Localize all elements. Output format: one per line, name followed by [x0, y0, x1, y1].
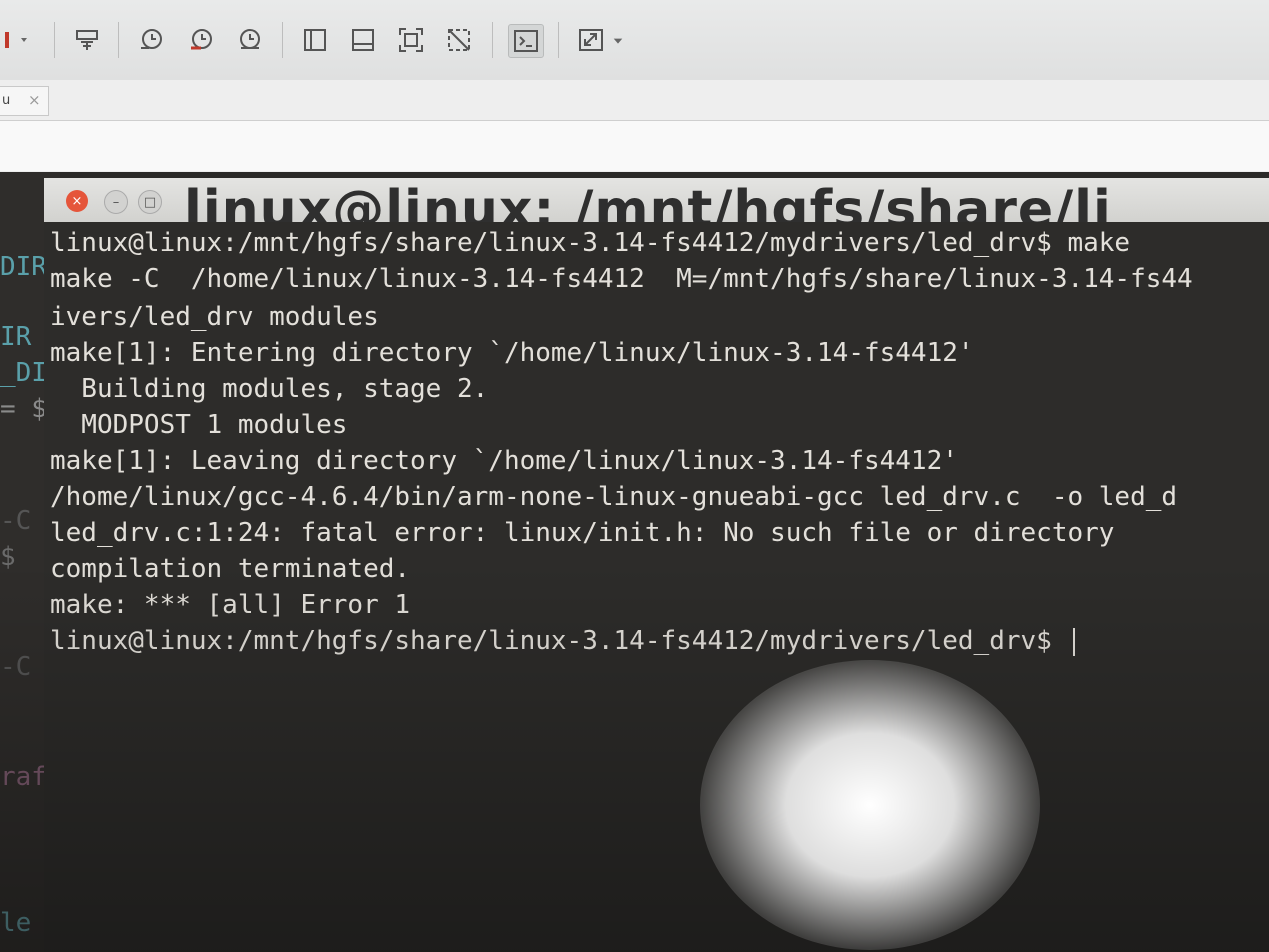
- revert-snapshot-icon[interactable]: [184, 24, 218, 56]
- snapshot-manager-icon[interactable]: [232, 24, 266, 56]
- terminal-title: linux@linux: /mnt/hgfs/share/li: [184, 180, 1112, 222]
- close-icon[interactable]: ×: [28, 91, 41, 109]
- terminal-line: led_drv.c:1:24: fatal error: linux/init.…: [50, 518, 1115, 548]
- toolbar-separator: [118, 22, 119, 58]
- terminal-window[interactable]: × – □ linux@linux: /mnt/hgfs/share/li li…: [44, 178, 1269, 952]
- toolbar-separator: [558, 22, 559, 58]
- terminal-titlebar[interactable]: × – □ linux@linux: /mnt/hgfs/share/li: [44, 178, 1269, 222]
- host-content-area: [0, 120, 1269, 171]
- console-view-icon[interactable]: [508, 24, 544, 58]
- terminal-line: linux@linux:/mnt/hgfs/share/linux-3.14-f…: [50, 228, 1131, 258]
- toolbar-separator: [54, 22, 55, 58]
- terminal-line: compilation terminated.: [50, 554, 411, 584]
- fullscreen-icon[interactable]: [394, 24, 428, 56]
- terminal-line: make[1]: Entering directory `/home/linux…: [50, 338, 974, 368]
- tab-label: u: [2, 93, 11, 108]
- background-fragment: raf: [0, 762, 47, 792]
- background-fragment: DIR: [0, 252, 47, 282]
- text-cursor: [1073, 627, 1076, 656]
- background-fragment: IR: [0, 322, 32, 352]
- terminal-line: Building modules, stage 2.: [50, 374, 489, 404]
- host-toolbar: [0, 0, 1269, 81]
- unity-icon[interactable]: [442, 24, 476, 56]
- terminal-prompt-line[interactable]: linux@linux:/mnt/hgfs/share/linux-3.14-f…: [50, 626, 1076, 656]
- terminal-line: /home/linux/gcc-4.6.4/bin/arm-none-linux…: [50, 482, 1178, 512]
- snapshot-icon[interactable]: [134, 24, 168, 56]
- background-fragment: -C: [0, 652, 32, 682]
- background-fragment: $: [0, 542, 16, 572]
- background-fragment: _DI: [0, 358, 47, 388]
- terminal-line: make[1]: Leaving directory `/home/linux/…: [50, 446, 958, 476]
- background-fragment: = $: [0, 394, 47, 424]
- host-tab-strip: u ×: [0, 80, 1269, 172]
- toolbar-separator: [282, 22, 283, 58]
- tab-vm[interactable]: u ×: [0, 86, 49, 116]
- minimize-icon[interactable]: –: [104, 190, 128, 214]
- send-keys-icon[interactable]: [70, 24, 104, 56]
- thumbnail-bar-icon[interactable]: [346, 24, 380, 56]
- terminal-line: make -C /home/linux/linux-3.14-fs4412 M=…: [50, 264, 1193, 294]
- dropdown-icon[interactable]: [0, 24, 34, 56]
- toolbar-separator: [492, 22, 493, 58]
- background-fragment: -C: [0, 506, 32, 536]
- sidebar-icon[interactable]: [298, 24, 332, 56]
- stretch-icon[interactable]: [574, 24, 608, 56]
- terminal-line: make: *** [all] Error 1: [50, 590, 411, 620]
- close-icon[interactable]: ×: [66, 190, 88, 212]
- terminal-line: MODPOST 1 modules: [50, 410, 348, 440]
- chevron-down-icon[interactable]: [608, 24, 628, 56]
- terminal-output[interactable]: linux@linux:/mnt/hgfs/share/linux-3.14-f…: [44, 222, 1269, 952]
- maximize-icon[interactable]: □: [138, 190, 162, 214]
- terminal-line: ivers/led_drv modules: [50, 302, 379, 332]
- terminal-prompt: linux@linux:/mnt/hgfs/share/linux-3.14-f…: [50, 626, 1068, 656]
- background-fragment: le: [0, 908, 32, 938]
